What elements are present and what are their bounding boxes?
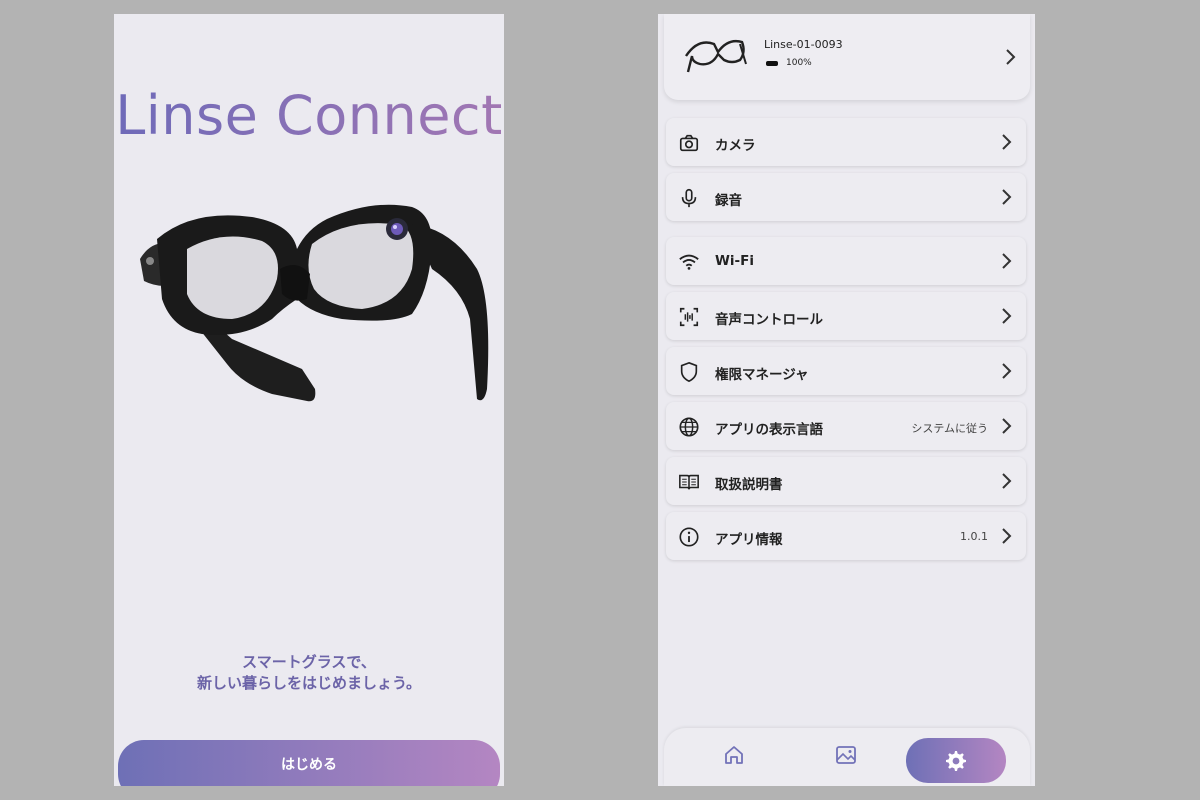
- chevron-right-icon: [1006, 49, 1016, 65]
- settings-item-label: Wi-Fi: [715, 253, 754, 269]
- chevron-right-icon: [1002, 189, 1012, 205]
- tab-gallery[interactable]: [826, 738, 866, 772]
- settings-item-wifi[interactable]: Wi-Fi: [666, 237, 1026, 285]
- settings-item-app-info[interactable]: アプリ情報 1.0.1: [666, 512, 1026, 560]
- book-icon: [679, 474, 699, 490]
- device-name: Linse-01-0093: [764, 38, 843, 51]
- settings-item-label: 音声コントロール: [715, 312, 823, 328]
- settings-item-language[interactable]: アプリの表示言語 システムに従う: [666, 402, 1026, 450]
- tagline-line-2: 新しい暮らしをはじめましょう。: [196, 674, 422, 692]
- battery-status: 100%: [766, 58, 812, 68]
- settings-group-media: カメラ 録音: [666, 118, 1026, 228]
- device-thumbnail: [685, 39, 747, 73]
- smart-glasses-image: [140, 204, 489, 402]
- settings-item-label: アプリ情報: [715, 532, 783, 548]
- tagline: スマートグラスで、 新しい暮らしをはじめましょう。: [114, 652, 504, 694]
- settings-item-permissions[interactable]: 権限マネージャ: [666, 347, 1026, 395]
- settings-group-general: Wi-Fi 音声コントロール 権限マネージャ アプリの表示言語 システムに従う …: [666, 237, 1026, 567]
- settings-item-label: カメラ: [715, 138, 756, 154]
- welcome-screen: Linse Connect スマートグラスで、 新しい暮らしをはじめましょう。 …: [114, 14, 504, 786]
- battery-icon: [766, 60, 778, 66]
- settings-item-manual[interactable]: 取扱説明書: [666, 457, 1026, 505]
- device-card[interactable]: Linse-01-0093 100%: [664, 14, 1030, 100]
- settings-item-recording[interactable]: 録音: [666, 173, 1026, 221]
- settings-item-label: 権限マネージャ: [715, 367, 809, 383]
- wifi-icon: [679, 254, 699, 270]
- voice-control-icon: [679, 307, 699, 327]
- gear-icon: [946, 750, 966, 771]
- chevron-right-icon: [1002, 473, 1012, 489]
- tab-settings[interactable]: [906, 738, 1006, 783]
- settings-item-label: 録音: [715, 193, 742, 209]
- chevron-right-icon: [1002, 363, 1012, 379]
- app-version-value: 1.0.1: [960, 530, 988, 543]
- settings-item-voice-control[interactable]: 音声コントロール: [666, 292, 1026, 340]
- chevron-right-icon: [1002, 418, 1012, 434]
- chevron-right-icon: [1002, 134, 1012, 150]
- tagline-line-1: スマートグラスで、: [242, 653, 376, 671]
- tab-home[interactable]: [714, 738, 754, 772]
- settings-item-label: アプリの表示言語: [715, 422, 823, 438]
- shield-icon: [680, 361, 698, 383]
- chevron-right-icon: [1002, 528, 1012, 544]
- battery-level: 100%: [786, 58, 812, 68]
- chevron-right-icon: [1002, 253, 1012, 269]
- settings-screen: Linse-01-0093 100% カメラ 録音 Wi-Fi 音声コントロール: [658, 14, 1035, 786]
- chevron-right-icon: [1002, 308, 1012, 324]
- microphone-icon: [681, 188, 697, 208]
- app-title: Linse Connect: [115, 84, 503, 147]
- settings-item-camera[interactable]: カメラ: [666, 118, 1026, 166]
- language-value: システムに従う: [911, 422, 988, 435]
- gallery-icon: [836, 746, 856, 764]
- camera-icon: [679, 134, 699, 152]
- home-icon: [725, 746, 743, 764]
- info-icon: [679, 527, 699, 547]
- settings-item-label: 取扱説明書: [715, 477, 783, 493]
- globe-icon: [679, 417, 699, 437]
- bottom-tab-bar: [664, 728, 1030, 786]
- start-button[interactable]: はじめる: [118, 740, 500, 786]
